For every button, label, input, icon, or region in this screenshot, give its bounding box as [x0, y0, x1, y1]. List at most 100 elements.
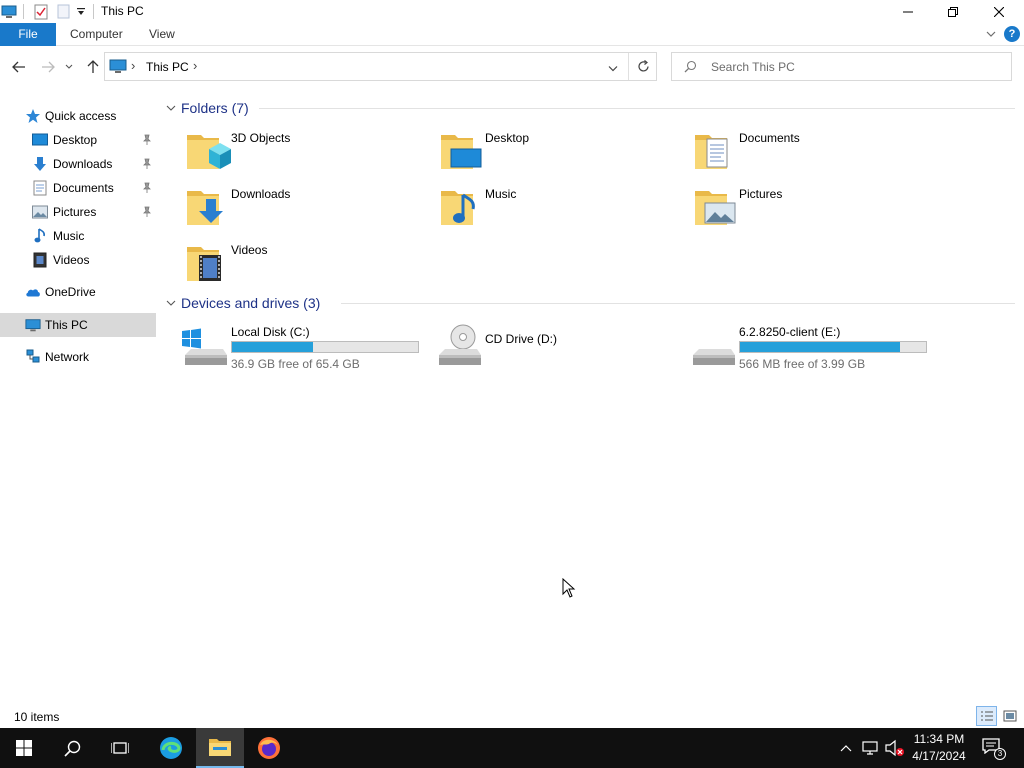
drive-local-c[interactable]: Local Disk (C:) 36.9 GB free of 65.4 GB	[181, 323, 435, 375]
usb-drive-icon	[693, 349, 735, 365]
nav-item-onedrive[interactable]: OneDrive	[0, 280, 156, 304]
navigation-pane: Quick access Desktop Downloads Documents	[0, 100, 157, 700]
pin-icon[interactable]	[141, 206, 153, 218]
recent-locations-button[interactable]	[62, 57, 76, 77]
help-icon[interactable]: ?	[1004, 26, 1020, 42]
star-icon	[25, 108, 41, 124]
folder-pictures[interactable]: Pictures	[693, 183, 947, 235]
mouse-cursor-icon	[562, 578, 576, 598]
nav-item-quick-access[interactable]: Quick access	[0, 104, 156, 128]
chevron-down-icon	[608, 66, 618, 72]
folder-music[interactable]: Music	[439, 183, 693, 235]
explorer-window: This PC File Computer View ? › This PC ›…	[0, 0, 1024, 728]
group-header-folders[interactable]: Folders (7)	[165, 98, 1016, 118]
nav-item-videos[interactable]: Videos	[0, 248, 156, 272]
nav-item-pictures[interactable]: Pictures	[0, 200, 156, 224]
group-title: Devices and drives (3)	[181, 295, 321, 311]
close-icon	[994, 6, 1004, 17]
breadcrumb[interactable]: This PC	[146, 60, 189, 74]
drive-usage-bar	[231, 341, 419, 353]
details-view-button[interactable]	[976, 706, 997, 726]
pin-icon[interactable]	[141, 158, 153, 170]
large-icons-view-icon	[1003, 710, 1017, 722]
details-view-icon	[980, 711, 993, 721]
window-title: This PC	[101, 4, 144, 18]
tab-file[interactable]: File	[0, 23, 56, 46]
clock-time: 11:34 PM	[913, 732, 965, 746]
chevron-down-icon	[166, 300, 176, 306]
arrow-left-icon	[12, 61, 25, 73]
restore-button[interactable]	[930, 0, 976, 23]
task-view-button[interactable]	[96, 728, 144, 768]
item-count: 10 items	[14, 710, 60, 724]
address-dropdown-button[interactable]	[608, 62, 618, 76]
large-icons-view-button[interactable]	[1000, 706, 1020, 726]
tab-view[interactable]: View	[149, 23, 175, 46]
folder-videos[interactable]: Videos	[185, 239, 439, 291]
expand-ribbon-button[interactable]	[985, 28, 997, 40]
folder-documents[interactable]: Documents	[693, 127, 947, 179]
close-button[interactable]	[976, 0, 1022, 23]
up-button[interactable]	[83, 57, 103, 77]
arrow-up-icon	[87, 60, 99, 73]
desktop-icon	[32, 132, 48, 148]
downloads-icon	[32, 156, 48, 172]
new-folder-icon[interactable]	[55, 3, 71, 20]
address-bar[interactable]: › This PC ›	[104, 52, 657, 81]
minimize-button[interactable]	[885, 0, 931, 23]
taskbar-clock[interactable]: 11:34 PM 4/17/2024	[904, 731, 974, 765]
firefox-taskbar-button[interactable]	[245, 728, 293, 768]
search-placeholder: Search This PC	[711, 60, 795, 74]
file-explorer-taskbar-button[interactable]	[196, 728, 244, 768]
edge-taskbar-button[interactable]	[147, 728, 195, 768]
volume-muted-icon[interactable]	[884, 739, 906, 757]
show-hidden-icons-button[interactable]	[838, 740, 854, 756]
nav-item-music[interactable]: Music	[0, 224, 156, 248]
nav-item-this-pc[interactable]: This PC	[0, 313, 156, 337]
search-icon	[63, 740, 80, 757]
nav-item-desktop[interactable]: Desktop	[0, 128, 156, 152]
folder-downloads[interactable]: Downloads	[185, 183, 439, 235]
breadcrumb-separator[interactable]: ›	[193, 58, 197, 73]
computer-icon[interactable]	[0, 3, 18, 20]
back-button[interactable]	[9, 57, 29, 77]
computer-icon	[109, 59, 127, 77]
nav-item-documents[interactable]: Documents	[0, 176, 156, 200]
documents-folder-icon	[695, 135, 728, 169]
forward-button[interactable]	[38, 57, 58, 77]
downloads-folder-icon	[187, 191, 223, 225]
network-tray-icon[interactable]	[861, 739, 881, 757]
pin-icon[interactable]	[141, 182, 153, 194]
pin-icon[interactable]	[141, 134, 153, 146]
notification-badge: 3	[994, 748, 1006, 760]
search-icon	[684, 60, 697, 76]
search-input[interactable]: Search This PC	[671, 52, 1012, 81]
music-folder-icon	[441, 191, 475, 225]
drive-usb-e[interactable]: 6.2.8250-client (E:) 566 MB free of 3.99…	[689, 323, 943, 375]
file-explorer-icon	[209, 739, 231, 756]
refresh-button[interactable]	[637, 60, 650, 76]
drive-cd-d[interactable]: CD Drive (D:)	[435, 323, 689, 375]
folder-3d-objects[interactable]: 3D Objects	[185, 127, 439, 179]
cloud-icon	[25, 284, 41, 300]
properties-icon[interactable]	[32, 3, 50, 20]
start-button[interactable]	[0, 728, 48, 768]
videos-folder-icon	[187, 247, 221, 281]
tab-computer[interactable]: Computer	[70, 23, 123, 46]
chevron-down-icon	[65, 64, 73, 69]
nav-item-downloads[interactable]: Downloads	[0, 152, 156, 176]
minimize-icon	[903, 11, 913, 12]
breadcrumb-separator: ›	[131, 58, 136, 73]
nav-item-network[interactable]: Network	[0, 345, 156, 369]
3d-objects-icon	[187, 135, 231, 169]
status-bar: 10 items	[0, 706, 1024, 728]
search-button[interactable]	[48, 728, 96, 768]
folder-desktop[interactable]: Desktop	[439, 127, 693, 179]
customize-quick-access-icon[interactable]	[74, 3, 88, 20]
music-icon	[32, 228, 48, 244]
content-pane: Folders (7) 3D Objects Desktop Documents	[157, 87, 1024, 707]
group-header-devices[interactable]: Devices and drives (3)	[165, 293, 1016, 313]
computer-icon	[25, 317, 41, 333]
windows-drive-icon	[182, 328, 227, 365]
videos-icon	[32, 252, 48, 268]
